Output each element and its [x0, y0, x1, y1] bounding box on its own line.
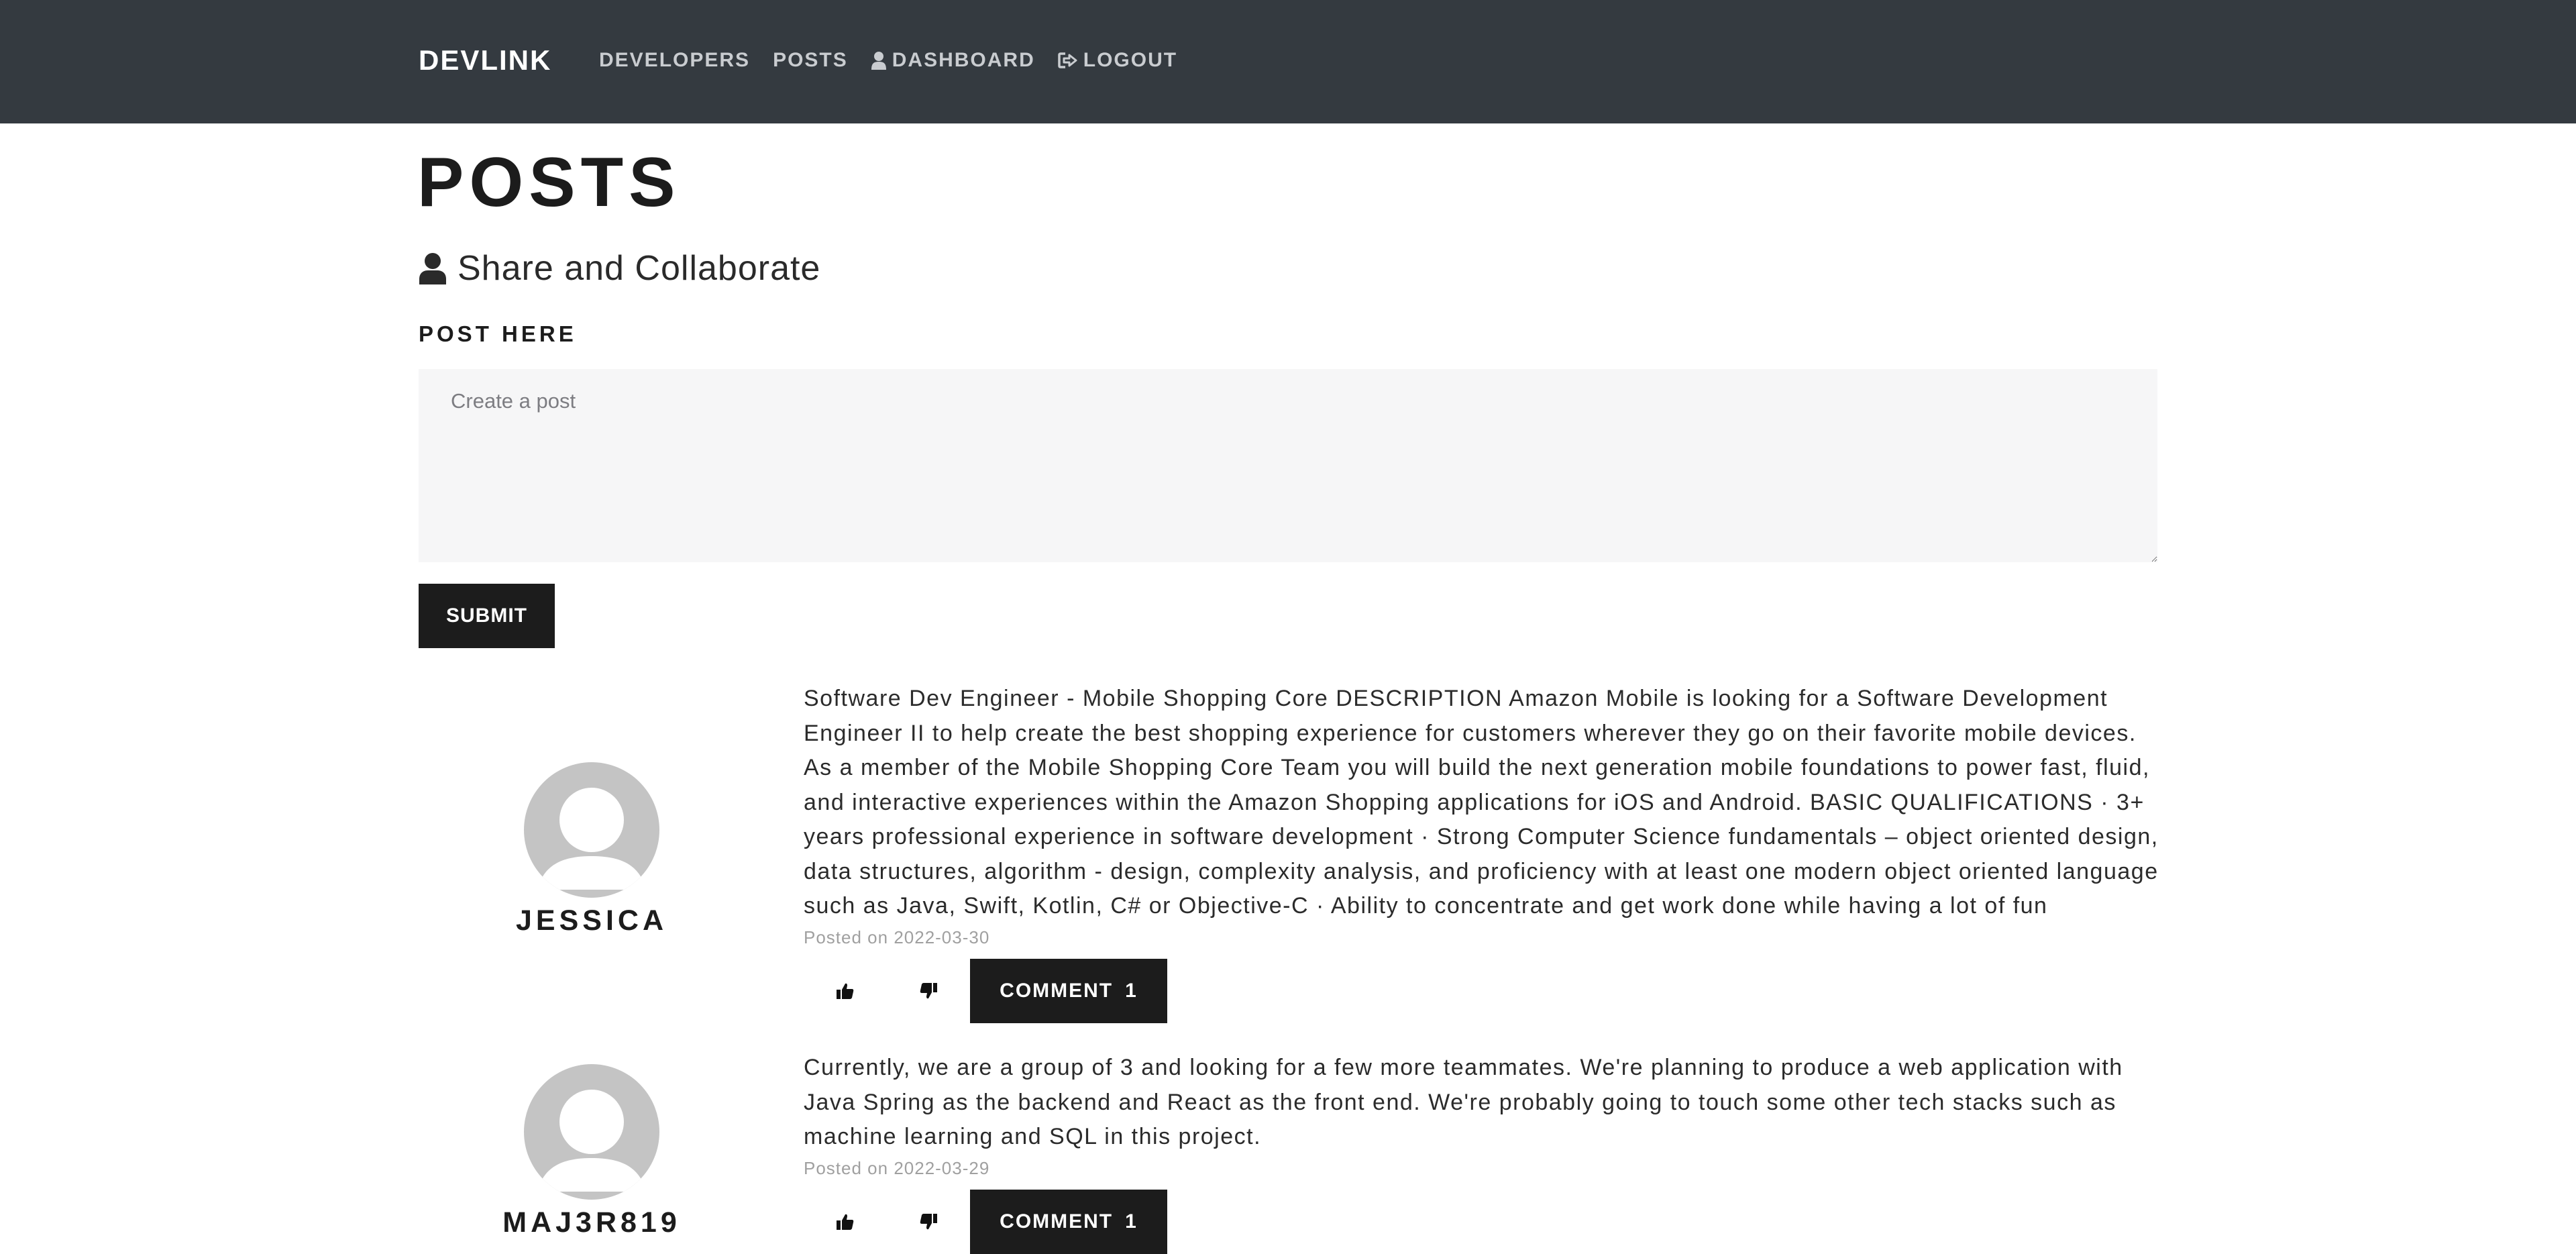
nav-link-dashboard[interactable]: DASHBOARD [871, 48, 1035, 72]
like-button[interactable] [804, 1190, 887, 1254]
nav-link-label: POSTS [773, 49, 848, 71]
avatar[interactable] [524, 1064, 659, 1200]
post-textarea[interactable] [419, 369, 2157, 562]
avatar[interactable] [524, 762, 659, 898]
post-body: Currently, we are a group of 3 and looki… [804, 1051, 2167, 1254]
sign-out-icon [1058, 52, 1077, 68]
nav-link-posts[interactable]: POSTS [773, 48, 848, 72]
post-actions: COMMENT 1 [804, 1189, 2167, 1254]
nav-link-label: LOGOUT [1083, 49, 1178, 71]
navbar: DEVLINK DEVELOPERS POSTS DASHBOARD LOGOU… [0, 0, 2576, 123]
nav-link-label: DEVELOPERS [599, 49, 751, 71]
brand-logo[interactable]: DEVLINK [419, 43, 551, 78]
thumbs-down-icon [920, 1213, 937, 1229]
like-button[interactable] [804, 959, 887, 1023]
thumbs-up-icon [837, 1214, 854, 1230]
author-name[interactable]: MAJ3R819 [502, 1205, 681, 1240]
comment-label: COMMENT [1000, 1210, 1114, 1233]
nav-link-logout[interactable]: LOGOUT [1058, 48, 1177, 72]
comment-count: 1 [1125, 979, 1138, 1002]
comment-button[interactable]: COMMENT 1 [970, 1189, 1167, 1254]
thumbs-up-icon [837, 983, 854, 999]
post-author: JESSICA [419, 762, 765, 938]
thumbs-down-icon [920, 982, 937, 998]
author-name[interactable]: JESSICA [516, 903, 667, 938]
user-icon [419, 253, 446, 284]
comment-count: 1 [1125, 1210, 1138, 1233]
post-form-label: POST HERE [419, 321, 577, 346]
post-text: Currently, we are a group of 3 and looki… [804, 1055, 2123, 1149]
dislike-button[interactable] [887, 959, 970, 1023]
nav-link-label: DASHBOARD [892, 49, 1035, 71]
user-icon [871, 52, 886, 70]
post-actions: COMMENT 1 [804, 958, 2167, 1023]
comment-button[interactable]: COMMENT 1 [970, 958, 1167, 1023]
post-text: Software Dev Engineer - Mobile Shopping … [804, 686, 2159, 919]
nav-links: DEVELOPERS POSTS DASHBOARD LOGOUT [599, 48, 1200, 72]
subtitle-text: Share and Collaborate [458, 249, 821, 288]
nav-link-developers[interactable]: DEVELOPERS [599, 48, 750, 72]
post-author: MAJ3R819 [419, 1064, 765, 1240]
dislike-button[interactable] [887, 1190, 970, 1254]
page-subtitle: Share and Collaborate [419, 247, 820, 290]
post-body: Software Dev Engineer - Mobile Shopping … [804, 682, 2167, 1023]
submit-button[interactable]: SUBMIT [419, 584, 555, 648]
default-avatar-icon [537, 788, 646, 890]
default-avatar-icon [537, 1090, 646, 1192]
comment-label: COMMENT [1000, 979, 1114, 1002]
post-date: Posted on 2022-03-30 [804, 927, 990, 947]
page-title: POSTS [417, 144, 681, 221]
post-date: Posted on 2022-03-29 [804, 1157, 990, 1178]
